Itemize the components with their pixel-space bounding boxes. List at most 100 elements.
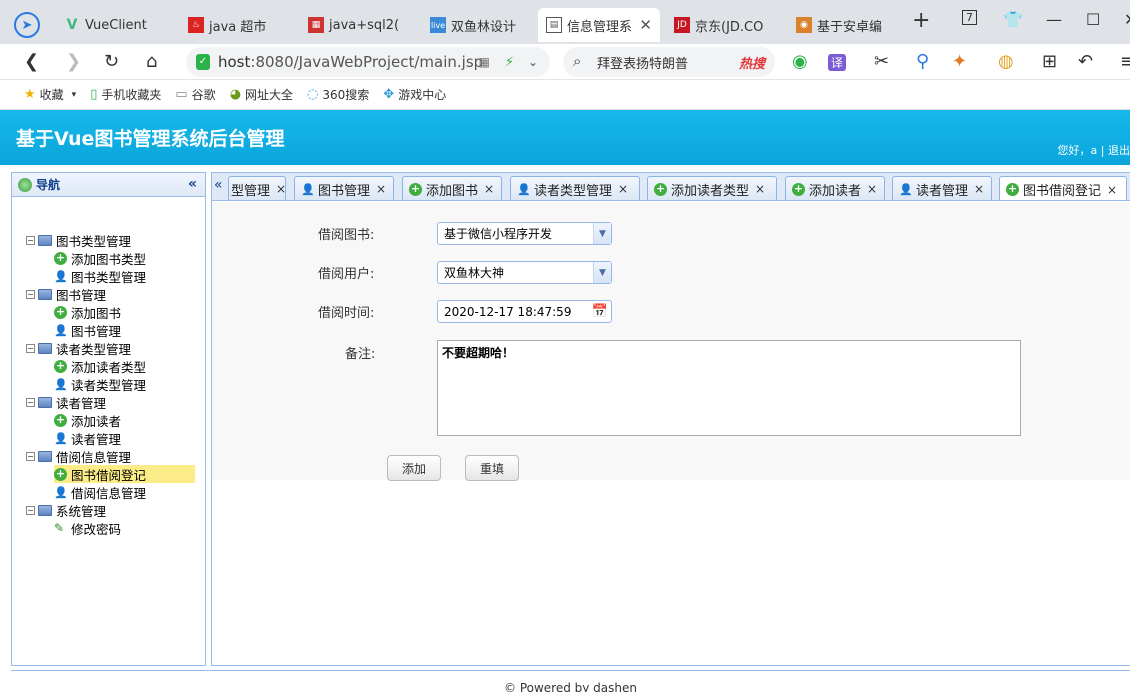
close-icon[interactable]: ×	[618, 182, 628, 196]
coin-icon[interactable]: ◍	[998, 51, 1014, 72]
close-icon[interactable]: ×	[276, 182, 286, 196]
close-icon[interactable]: ×	[1107, 183, 1117, 197]
tree-group-borrow[interactable]: − 借阅信息管理	[26, 447, 131, 465]
tree-item-borrow-register[interactable]: + 图书借阅登记	[54, 465, 195, 483]
close-icon[interactable]: ×	[974, 182, 984, 196]
minus-icon[interactable]: −	[26, 451, 35, 461]
minus-icon[interactable]: −	[26, 397, 35, 407]
tree-group-system[interactable]: − 系统管理	[26, 501, 106, 519]
android-site-icon: ◉	[796, 17, 812, 33]
browser-tab-vueclient[interactable]: V VueClient	[56, 8, 171, 42]
tab-book-manage[interactable]: 👤 图书管理 ×	[294, 176, 394, 200]
tab-add-book[interactable]: + 添加图书 ×	[402, 176, 502, 200]
tree-item-book-type-manage[interactable]: 👤 图书类型管理	[54, 267, 146, 285]
scissors-icon[interactable]: ✂	[874, 51, 889, 72]
maximize-icon[interactable]: ☐	[1086, 10, 1100, 29]
user-select[interactable]: 双鱼林大神 ▼	[437, 261, 612, 284]
tab-reader-manage[interactable]: 👤 读者管理 ×	[892, 176, 992, 200]
tree-item-add-book-type[interactable]: + 添加图书类型	[54, 249, 146, 267]
app-header: 基于Vue图书管理系统后台管理 您好，a | 退出	[0, 110, 1130, 165]
time-field[interactable]: 2020-12-17 18:47:59 📅	[437, 300, 612, 323]
tree-item-reader-manage[interactable]: 👤 读者管理	[54, 429, 121, 447]
close-window-icon[interactable]: ✕	[1124, 10, 1130, 29]
chevron-down-icon[interactable]: ⌄	[528, 55, 538, 69]
tab-reader-type-manage[interactable]: 👤 读者类型管理 ×	[510, 176, 640, 200]
chevron-down-icon[interactable]: ▼	[593, 262, 611, 283]
tree-item-change-password[interactable]: ✎ 修改密码	[54, 519, 121, 537]
minus-icon[interactable]: −	[26, 235, 35, 245]
tab-add-reader[interactable]: + 添加读者 ×	[785, 176, 885, 200]
nav-globe-icon	[18, 177, 32, 192]
book-select[interactable]: 基于微信小程序开发 ▼	[437, 222, 612, 245]
tree-group-reader-type[interactable]: − 读者类型管理	[26, 339, 131, 357]
back-icon[interactable]: ❮	[24, 51, 39, 72]
user-icon: 👤	[54, 269, 68, 283]
tree-item-add-reader[interactable]: + 添加读者	[54, 411, 121, 429]
home-icon[interactable]: ⌂	[146, 51, 157, 72]
tree-group-book[interactable]: − 图书管理	[26, 285, 106, 303]
panel-tabs: « 型管理 × 👤 图书管理 × + 添加图书 × 👤 读者类型管理 × + 添加读者类型 × +…	[212, 173, 1130, 201]
close-icon[interactable]: ×	[376, 182, 386, 196]
bookmark-sites[interactable]: ◕ 网址大全	[230, 86, 293, 103]
extension-green-icon[interactable]: ◉	[792, 51, 808, 72]
tab-close-icon[interactable]: ✕	[639, 16, 652, 34]
tab-type-manage[interactable]: 型管理 ×	[228, 176, 286, 200]
add-button[interactable]: 添加	[387, 455, 441, 481]
folder-icon	[38, 234, 52, 246]
browser-logo-icon[interactable]: ➤	[14, 8, 48, 42]
translate-icon[interactable]: 译	[828, 54, 847, 71]
add-icon: +	[54, 412, 67, 427]
tab-count-icon[interactable]: 7	[962, 10, 977, 25]
game-icon[interactable]: ✦	[952, 51, 967, 72]
bookmark-mobile[interactable]: ▯ 手机收藏夹	[90, 86, 161, 103]
browser-tab-jd[interactable]: JD 京东(JD.CO	[666, 8, 781, 42]
scroll-left-icon[interactable]: «	[214, 177, 223, 193]
tree-item-reader-type-manage[interactable]: 👤 读者类型管理	[54, 375, 146, 393]
reload-icon[interactable]: ↻	[104, 51, 119, 72]
new-tab-icon[interactable]: +	[912, 8, 930, 33]
tree-item-add-book[interactable]: + 添加图书	[54, 303, 121, 321]
bookmark-360[interactable]: ◌ 360搜索	[307, 86, 369, 103]
forward-icon[interactable]: ❯	[66, 51, 81, 72]
qr-icon[interactable]: ▦	[479, 55, 490, 69]
minimize-icon[interactable]: —	[1046, 10, 1062, 29]
menu-icon[interactable]: ≡	[1120, 51, 1130, 72]
address-bar[interactable]: ✓ host:8080/JavaWebProject/main.jsp ▦ ⚡ …	[186, 47, 550, 77]
hot-search-label[interactable]: 热搜	[739, 53, 765, 72]
tab-add-reader-type[interactable]: + 添加读者类型 ×	[647, 176, 777, 200]
welcome-text[interactable]: 您好，a | 退出	[1058, 142, 1130, 158]
tree-item-borrow-manage[interactable]: 👤 借阅信息管理	[54, 483, 146, 501]
tab-borrow-register[interactable]: + 图书借阅登记 ×	[999, 176, 1127, 200]
add-icon: +	[792, 181, 805, 196]
tree-item-book-manage[interactable]: 👤 图书管理	[54, 321, 121, 339]
apps-grid-icon[interactable]: ⊞	[1042, 51, 1057, 72]
shirt-icon[interactable]: 👕	[1003, 10, 1023, 29]
tree-group-reader[interactable]: − 读者管理	[26, 393, 106, 411]
bookmark-favorites[interactable]: ★ 收藏 ▾	[24, 86, 76, 103]
minus-icon[interactable]: −	[26, 289, 35, 299]
magnifier-icon[interactable]: ⚲	[916, 51, 929, 72]
browser-tab-java-market[interactable]: ♨ java 超市	[180, 8, 295, 42]
collapse-icon[interactable]: «	[188, 176, 197, 192]
search-box[interactable]: ⌕ 拜登表扬特朗普 热搜	[563, 47, 775, 77]
close-icon[interactable]: ×	[755, 182, 765, 196]
close-icon[interactable]: ×	[484, 182, 494, 196]
reset-button[interactable]: 重填	[465, 455, 519, 481]
undo-icon[interactable]: ↶	[1078, 51, 1093, 72]
browser-tab-android[interactable]: ◉ 基于安卓编	[788, 8, 898, 42]
chevron-down-icon[interactable]: ▼	[593, 223, 611, 244]
user-icon: 👤	[54, 485, 68, 499]
browser-tab-java-sql[interactable]: ▦ java+sql2(	[300, 8, 415, 42]
remark-textarea[interactable]: 不要超期哈！	[437, 340, 1021, 436]
browser-tab-shuangyulin[interactable]: live 双鱼林设计	[422, 8, 537, 42]
minus-icon[interactable]: −	[26, 343, 35, 353]
calendar-icon[interactable]: 📅	[592, 304, 608, 319]
minus-icon[interactable]: −	[26, 505, 35, 515]
close-icon[interactable]: ×	[867, 182, 877, 196]
tree-item-add-reader-type[interactable]: + 添加读者类型	[54, 357, 146, 375]
lightning-icon[interactable]: ⚡	[505, 55, 514, 70]
tree-group-book-type[interactable]: − 图书类型管理	[26, 231, 131, 249]
bookmark-google[interactable]: ▭ 谷歌	[175, 86, 215, 103]
browser-tab-active[interactable]: ▤ 信息管理系 ✕	[538, 8, 660, 42]
bookmark-games[interactable]: ✥ 游戏中心	[383, 86, 446, 103]
